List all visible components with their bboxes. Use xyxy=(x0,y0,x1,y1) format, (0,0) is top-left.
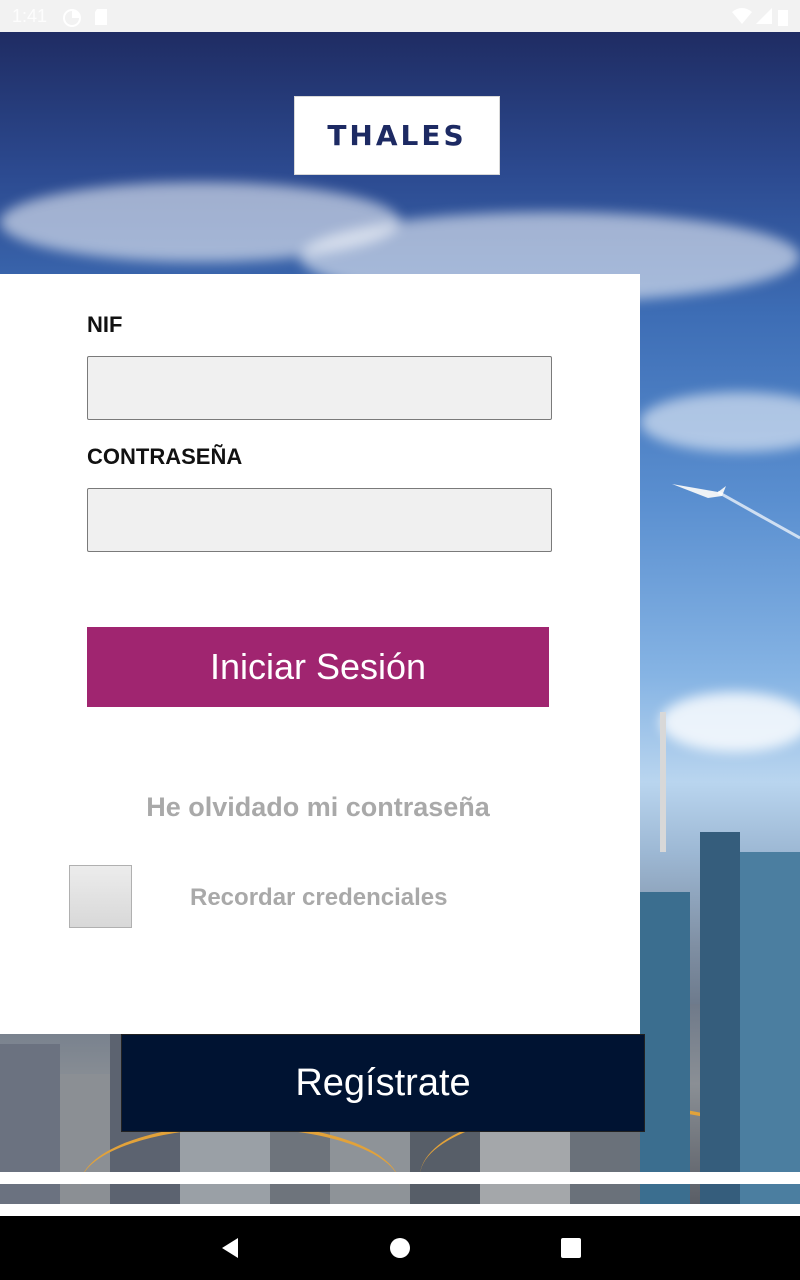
login-card: NIF CONTRASEÑA Iniciar Sesión He olvidad… xyxy=(0,274,640,1034)
data-saver-icon xyxy=(63,9,81,27)
password-input[interactable] xyxy=(87,488,552,552)
remember-checkbox[interactable] xyxy=(69,865,132,928)
wifi-icon xyxy=(732,8,752,24)
airplane-image xyxy=(672,484,800,540)
back-icon[interactable] xyxy=(218,1236,242,1260)
register-button[interactable]: Regístrate xyxy=(121,1034,645,1132)
nif-input[interactable] xyxy=(87,356,552,420)
battery-icon xyxy=(778,10,788,26)
status-bar: 1:41 xyxy=(0,0,800,32)
password-label: CONTRASEÑA xyxy=(87,444,243,469)
home-icon[interactable] xyxy=(388,1236,412,1260)
sd-card-icon xyxy=(95,9,107,25)
thales-logo: THALES xyxy=(294,96,500,175)
forgot-password-link[interactable]: He olvidado mi contraseña xyxy=(0,792,636,823)
navigation-bar xyxy=(0,1216,800,1280)
logo-text: THALES xyxy=(327,119,467,152)
status-time: 1:41 xyxy=(12,6,48,26)
nif-label: NIF xyxy=(87,312,123,337)
login-button[interactable]: Iniciar Sesión xyxy=(87,627,549,707)
remember-label: Recordar credenciales xyxy=(190,884,448,911)
signal-icon xyxy=(756,8,772,24)
recents-icon[interactable] xyxy=(559,1236,583,1260)
